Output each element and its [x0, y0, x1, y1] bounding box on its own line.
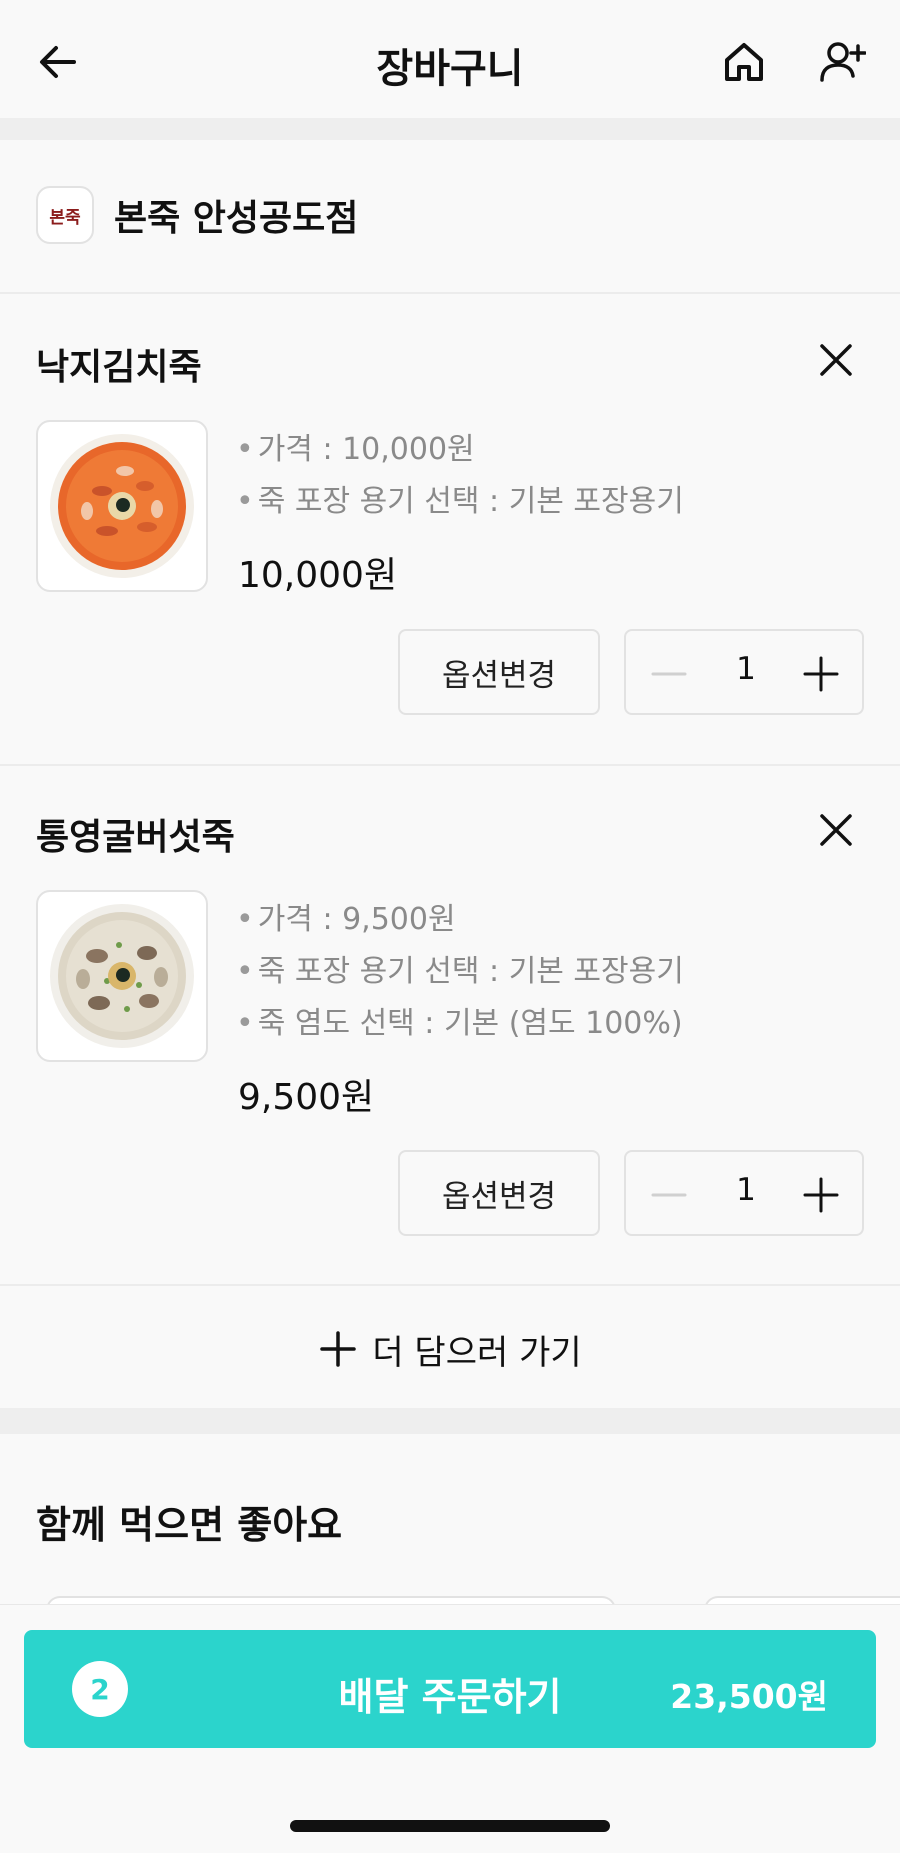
- item-option-text: 죽 포장 용기 선택 : 기본 포장용기: [257, 484, 684, 519]
- store-header[interactable]: 본죽 본죽 안성공도점: [36, 186, 358, 244]
- top-app-bar: 장바구니: [0, 0, 900, 118]
- plus-icon: [320, 1331, 357, 1367]
- item-option: • 죽 포장 용기 선택 : 기본 포장용기: [236, 484, 684, 519]
- section-divider: [0, 1408, 900, 1434]
- item-option-text: 가격 : 10,000원: [257, 432, 475, 467]
- section-divider: [0, 118, 900, 140]
- close-icon: [820, 814, 852, 846]
- divider: [0, 292, 900, 294]
- home-icon: [725, 43, 763, 81]
- add-more-button[interactable]: 더 담으러 가기: [0, 1288, 900, 1410]
- item-option: • 가격 : 10,000원: [236, 432, 475, 467]
- item-option-text: 죽 염도 선택 : 기본 (염도 100%): [257, 1006, 683, 1041]
- quantity-value: 1: [736, 651, 756, 687]
- change-option-button[interactable]: 옵션변경: [398, 629, 600, 715]
- recommend-section-title: 함께 먹으면 좋아요: [36, 1503, 343, 1547]
- item-option: • 죽 염도 선택 : 기본 (염도 100%): [236, 1006, 683, 1041]
- order-total-price: 23,500원: [670, 1677, 828, 1716]
- item-image: [36, 420, 208, 592]
- increase-quantity-button[interactable]: [798, 651, 844, 697]
- add-user-button[interactable]: [810, 30, 874, 94]
- home-button[interactable]: [712, 30, 776, 94]
- item-option: • 가격 : 9,500원: [236, 902, 456, 937]
- divider: [0, 1284, 900, 1286]
- item-option-text: 죽 포장 용기 선택 : 기본 포장용기: [257, 954, 684, 989]
- plus-icon: [803, 656, 839, 692]
- cart-item-name: 통영굴버섯죽: [36, 817, 235, 858]
- store-logo: 본죽: [36, 186, 94, 244]
- user-plus-icon: [820, 42, 866, 82]
- increase-quantity-button[interactable]: [798, 1172, 844, 1218]
- change-option-button[interactable]: 옵션변경: [398, 1150, 600, 1236]
- item-image: [36, 890, 208, 1062]
- oyster-mushroom-porridge-image: [50, 904, 194, 1048]
- minus-icon: [651, 672, 687, 676]
- decrease-quantity-button[interactable]: [646, 1172, 692, 1218]
- cart-item-name: 낙지김치죽: [36, 347, 202, 388]
- item-price: 9,500원: [238, 1077, 375, 1118]
- home-indicator: [290, 1820, 610, 1832]
- kimchi-porridge-image: [50, 434, 194, 578]
- add-more-label: 더 담으러 가기: [372, 1332, 582, 1373]
- quantity-stepper: 1: [624, 1150, 864, 1236]
- quantity-stepper: 1: [624, 629, 864, 715]
- divider: [0, 764, 900, 766]
- remove-item-button[interactable]: [808, 332, 864, 388]
- quantity-value: 1: [736, 1172, 756, 1208]
- close-icon: [820, 344, 852, 376]
- plus-icon: [803, 1177, 839, 1213]
- store-name: 본죽 안성공도점: [114, 198, 359, 239]
- minus-icon: [651, 1193, 687, 1197]
- item-price: 10,000원: [238, 555, 398, 596]
- remove-item-button[interactable]: [808, 802, 864, 858]
- item-option: • 죽 포장 용기 선택 : 기본 포장용기: [236, 954, 684, 989]
- delivery-order-button[interactable]: 2 배달 주문하기 23,500원: [24, 1630, 876, 1748]
- item-option-text: 가격 : 9,500원: [257, 902, 456, 937]
- decrease-quantity-button[interactable]: [646, 651, 692, 697]
